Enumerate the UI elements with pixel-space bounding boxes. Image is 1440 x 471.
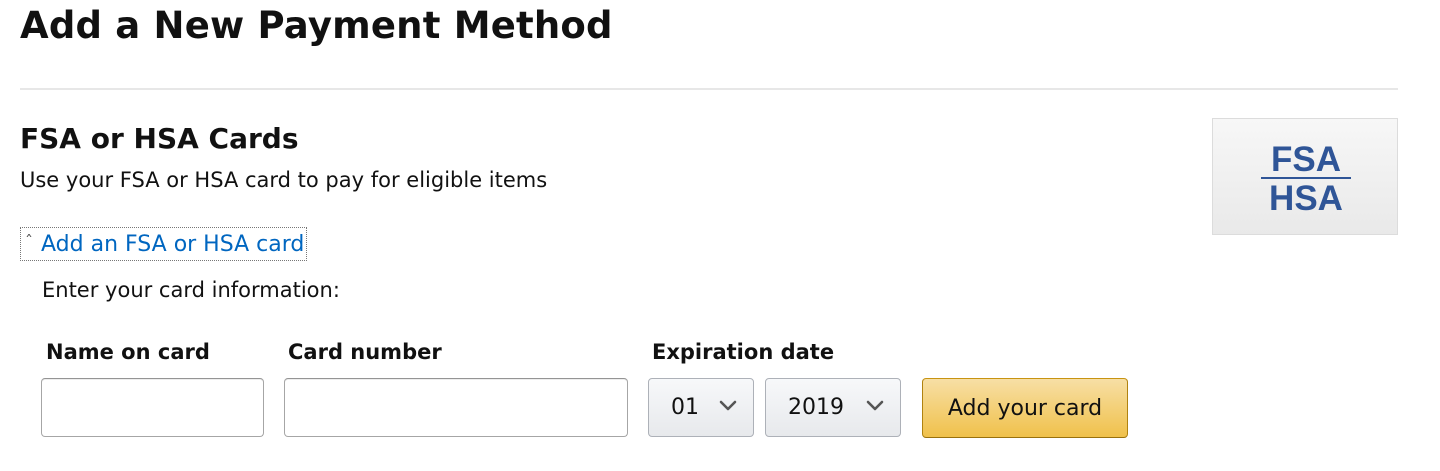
add-fsa-hsa-card-expander[interactable]: ˆ Add an FSA or HSA card — [20, 227, 308, 261]
add-your-card-button[interactable]: Add your card — [922, 378, 1128, 438]
page-title: Add a New Payment Method — [20, 4, 613, 47]
card-number-input[interactable] — [284, 378, 628, 437]
card-number-label: Card number — [288, 340, 442, 364]
caret-up-icon: ˆ — [25, 231, 33, 251]
expiration-month-select[interactable]: 01 — [648, 378, 754, 437]
fsa-hsa-logo-graphic: FSA HSA — [1261, 140, 1351, 218]
payment-method-page: Add a New Payment Method FSA or HSA Card… — [0, 0, 1440, 471]
expiration-month-value: 01 — [671, 395, 699, 420]
expiration-year-value: 2019 — [788, 395, 844, 420]
section-divider — [20, 88, 1398, 90]
fsa-hsa-logo: FSA HSA — [1212, 118, 1398, 235]
logo-bottom-text: HSA — [1269, 179, 1343, 218]
card-info-intro: Enter your card information: — [42, 278, 340, 302]
name-on-card-label: Name on card — [46, 340, 210, 364]
logo-top-text: FSA — [1271, 140, 1341, 179]
expiration-date-label: Expiration date — [652, 340, 835, 364]
section-subtitle: Use your FSA or HSA card to pay for elig… — [20, 168, 548, 192]
name-on-card-input[interactable] — [41, 378, 264, 437]
chevron-down-icon — [719, 400, 737, 411]
expiration-year-select[interactable]: 2019 — [765, 378, 901, 437]
add-fsa-hsa-card-link[interactable]: Add an FSA or HSA card — [41, 232, 304, 257]
chevron-down-icon — [866, 400, 884, 411]
section-title: FSA or HSA Cards — [20, 122, 299, 155]
